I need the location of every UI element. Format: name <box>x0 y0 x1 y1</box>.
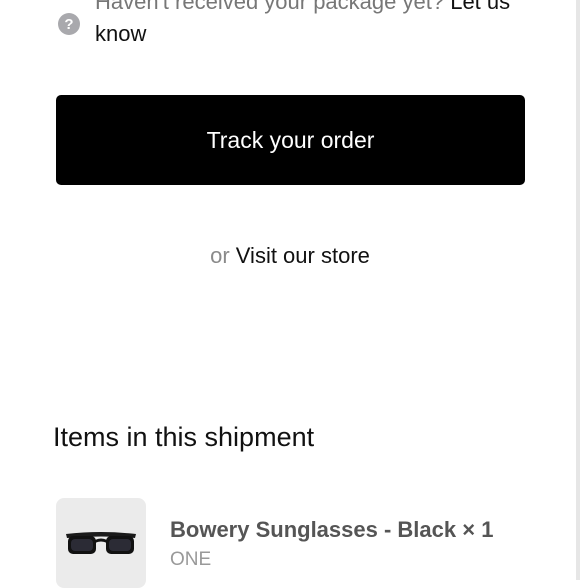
item-info: Bowery Sunglasses - Black × 1 ONE <box>170 498 493 588</box>
or-text: or <box>210 243 230 268</box>
item-name: Bowery Sunglasses - Black × 1 <box>170 517 494 542</box>
item-variant: ONE <box>170 549 212 570</box>
question-circle-icon: ? <box>58 13 80 35</box>
visit-store-link[interactable]: Visit our store <box>236 243 370 268</box>
scrollbar-track[interactable] <box>576 0 580 580</box>
shipment-section-title: Items in this shipment <box>53 422 315 452</box>
visit-store-line: or Visit our store <box>0 243 580 269</box>
product-thumbnail[interactable] <box>56 498 146 588</box>
help-message: Haven't received your package yet? <box>95 0 445 14</box>
sunglasses-icon <box>66 532 136 554</box>
track-order-label: Track your order <box>206 126 375 153</box>
package-help-row: ? Haven't received your package yet? Let… <box>58 0 518 50</box>
shipment-item[interactable]: Bowery Sunglasses - Black × 1 ONE <box>56 498 536 588</box>
package-help-text: Haven't received your package yet? Let u… <box>95 0 518 50</box>
track-order-button[interactable]: Track your order <box>56 95 525 185</box>
